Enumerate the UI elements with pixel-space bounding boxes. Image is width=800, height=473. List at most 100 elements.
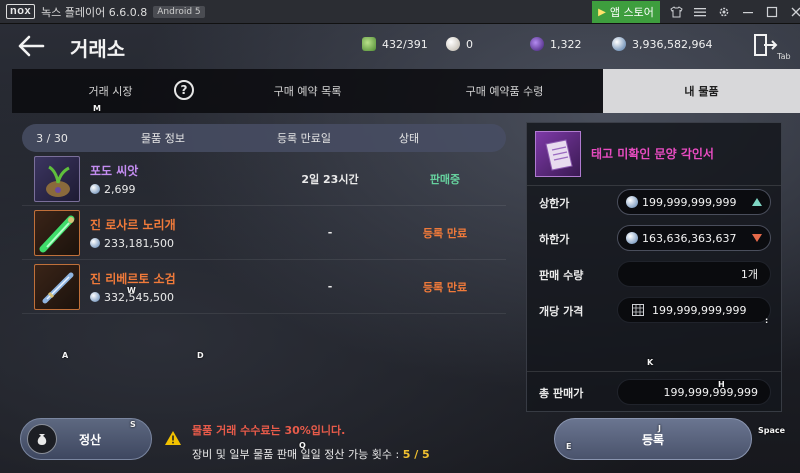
app-store-label: 앱 스토어 [609, 6, 654, 19]
keymap-hint-j: J [658, 424, 661, 433]
energy-icon [362, 37, 376, 51]
register-label: 등록 [641, 432, 665, 447]
keymap-hint-h: H [718, 380, 725, 389]
selected-item-name: 태고 미확인 문양 각인서 [591, 147, 714, 161]
keymap-hint-m: M [93, 104, 101, 113]
item-price: 332,545,500 [104, 290, 174, 304]
column-expiry: 등록 만료일 [276, 132, 332, 145]
arrow-down-icon [752, 234, 762, 242]
table-row[interactable]: 진 리베르토 소검 332,545,500 - 등록 만료 [22, 260, 506, 314]
keymap-hint-w: W [127, 286, 136, 295]
shirt-icon[interactable] [664, 0, 688, 24]
currency-silver: 3,936,582,964 [612, 34, 712, 54]
gem-value: 1,322 [550, 37, 582, 51]
table-header: 3 / 30 물품 정보 등록 만료일 상태 [22, 124, 506, 152]
grape-seed-icon [34, 155, 80, 202]
quantity-field[interactable]: 1개 [617, 261, 771, 287]
listing-table: 3 / 30 물품 정보 등록 만료일 상태 포도 씨앗 2,699 2일 23… [22, 124, 506, 314]
table-row[interactable]: 진 로사르 노리개 233,181,500 - 등록 만료 [22, 206, 506, 260]
keymap-hint-k: K [647, 358, 654, 367]
tab-reservation-receive-label: 구매 예약품 수령 [465, 85, 544, 98]
emulator-title: 녹스 플레이어 6.6.0.8 [41, 5, 148, 19]
warning-icon [165, 431, 181, 445]
tab-reservation-receive[interactable]: 구매 예약품 수령 [406, 69, 603, 113]
silver-icon [626, 196, 638, 208]
currency-pearl: 0 [446, 34, 473, 54]
divider [527, 371, 781, 372]
total-price-value: 199,999,999,999 [663, 385, 758, 399]
min-price-value: 163,636,363,637 [642, 231, 737, 245]
silver-value: 3,936,582,964 [632, 37, 713, 51]
tab-my-items-label: 내 물품 [684, 85, 719, 98]
table-row[interactable]: 포도 씨앗 2,699 2일 23시간 판매중 [22, 152, 506, 206]
app-store-button[interactable]: ▶ 앱 스토어 [592, 1, 660, 23]
keymap-hint-q: Q [299, 441, 306, 450]
unit-price-label: 개당 가격 [539, 305, 584, 318]
header: 거래소 432/391 0 1,322 3,936,582,964 Tab [0, 24, 800, 68]
max-price-label: 상한가 [539, 197, 570, 210]
listing-count: 3 / 30 [36, 131, 68, 145]
energy-value: 432/391 [382, 37, 428, 51]
item-price: 2,699 [104, 182, 136, 196]
silver-icon [90, 184, 100, 194]
currency-energy: 432/391 [362, 34, 428, 54]
android-version-badge: Android 5 [153, 5, 205, 18]
item-status: 등록 만료 [422, 226, 468, 240]
min-price-field[interactable]: 163,636,363,637 [617, 225, 771, 251]
money-bag-icon [27, 424, 57, 454]
item-status: 판매중 [429, 172, 461, 186]
column-status: 상태 [398, 132, 420, 145]
settle-limit-text: 장비 및 일부 물품 판매 일일 정산 가능 횟수 : [192, 448, 403, 461]
play-store-icon: ▶ [598, 6, 606, 18]
divider [527, 185, 781, 186]
green-talisman-icon [34, 209, 80, 256]
total-price-field: 199,999,999,999 [617, 379, 771, 405]
maximize-icon[interactable] [760, 0, 784, 24]
quantity-value: 1개 [740, 268, 758, 281]
pearl-icon [446, 37, 460, 51]
min-price-label: 하한가 [539, 233, 570, 246]
tab-my-items[interactable]: 내 물품 [603, 69, 800, 113]
item-expiry: - [327, 280, 333, 293]
keymap-hint-e: E [566, 442, 572, 451]
item-price: 233,181,500 [104, 236, 174, 250]
tab-market[interactable]: 거래 시장 ? [12, 69, 209, 113]
column-item-info: 물품 정보 [141, 132, 185, 145]
keymap-hint-a: A [62, 351, 69, 360]
settle-limit-notice: 장비 및 일부 물품 판매 일일 정산 가능 횟수 : 5 / 5 [192, 446, 430, 462]
silver-icon [90, 292, 100, 302]
unit-price-field[interactable]: 199,999,999,999 [617, 297, 771, 323]
exit-door-icon [754, 34, 778, 56]
help-icon[interactable]: ? [174, 80, 194, 100]
back-arrow-icon [18, 35, 45, 57]
keymap-hint-colon: : [765, 316, 769, 325]
purple-gem-icon [530, 37, 544, 51]
currency-gem: 1,322 [530, 34, 582, 54]
menu-icon[interactable] [688, 0, 712, 24]
unit-price-value: 199,999,999,999 [652, 303, 747, 317]
keymap-hint-space: Space [758, 426, 786, 435]
game-screen: 거래소 432/391 0 1,322 3,936,582,964 Tab 거래… [0, 24, 800, 473]
calculator-icon [632, 304, 644, 316]
item-detail-panel: 태고 미확인 문양 각인서 상한가 199,999,999,999 하한가 16… [526, 122, 782, 412]
silver-icon [612, 37, 626, 51]
nox-logo: nox [6, 4, 36, 19]
silver-icon [626, 232, 638, 244]
gear-icon[interactable] [712, 0, 736, 24]
page-title: 거래소 [70, 37, 126, 61]
minimize-icon[interactable] [736, 0, 760, 24]
tab-reservation-list[interactable]: 구매 예약 목록 [209, 69, 406, 113]
settle-label: 정산 [79, 432, 102, 447]
item-expiry: 2일 23시간 [301, 172, 359, 186]
exit-key-hint: Tab [777, 52, 791, 61]
settle-limit-count: 5 / 5 [402, 448, 430, 461]
keymap-hint-d: D [197, 351, 204, 360]
blue-dagger-icon [34, 263, 80, 310]
close-icon[interactable] [784, 0, 800, 24]
register-button[interactable]: 등록 [554, 418, 752, 460]
max-price-field[interactable]: 199,999,999,999 [617, 189, 771, 215]
item-name: 포도 씨앗 [90, 163, 139, 178]
back-button[interactable] [14, 32, 48, 60]
total-price-label: 총 판매가 [539, 387, 584, 400]
engraving-book-icon [535, 131, 581, 177]
